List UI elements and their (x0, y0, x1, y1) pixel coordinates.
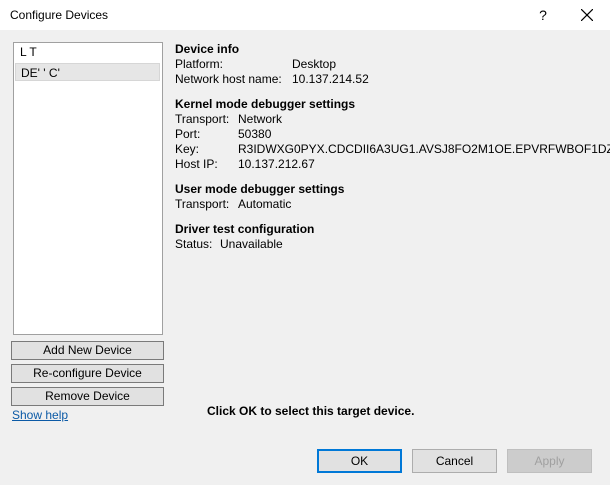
kernel-settings-header: Kernel mode debugger settings (175, 97, 356, 111)
status-label: Status: (175, 237, 213, 251)
cancel-button[interactable]: Cancel (412, 449, 497, 473)
platform-value: Desktop (292, 57, 337, 71)
add-new-device-button[interactable]: Add New Device (11, 341, 164, 360)
window-title: Configure Devices (10, 8, 109, 22)
platform-label: Platform: (175, 57, 224, 71)
title-bar: Configure Devices ? (0, 0, 610, 30)
show-help-link[interactable]: Show help (12, 408, 68, 422)
device-name: L T (20, 45, 37, 59)
remove-device-button[interactable]: Remove Device (11, 387, 164, 406)
device-info-header: Device info (175, 42, 240, 56)
status-value: Unavailable (220, 237, 283, 251)
port-value: 50380 (238, 127, 272, 141)
device-list-item-selected[interactable]: DE' ' C' (15, 63, 160, 81)
user-transport-value: Automatic (238, 197, 292, 211)
kernel-transport-label: Transport: (175, 112, 230, 126)
host-name-label: Network host name: (175, 72, 282, 86)
driver-config-header: Driver test configuration (175, 222, 315, 236)
device-list[interactable]: L T DE' ' C' (13, 42, 163, 335)
host-name-value: 10.137.214.52 (292, 72, 369, 86)
device-list-item[interactable]: L T (15, 43, 160, 61)
port-label: Port: (175, 127, 201, 141)
key-value: R3IDWXG0PYX.CDCDII6A3UG1.AVSJ8FO2M1OE.EP… (238, 142, 610, 156)
ok-instruction-text: Click OK to select this target device. (207, 404, 415, 418)
kernel-transport-value: Network (238, 112, 283, 126)
user-transport-label: Transport: (175, 197, 230, 211)
ok-button[interactable]: OK (317, 449, 402, 473)
reconfigure-device-button[interactable]: Re-configure Device (11, 364, 164, 383)
host-ip-label: Host IP: (175, 157, 218, 171)
user-settings-header: User mode debugger settings (175, 182, 345, 196)
host-ip-value: 10.137.212.67 (238, 157, 315, 171)
apply-button[interactable]: Apply (507, 449, 592, 473)
close-icon (581, 9, 593, 21)
help-button[interactable]: ? (531, 3, 555, 27)
close-button[interactable] (573, 3, 601, 27)
device-name: DE' ' C' (21, 66, 60, 80)
key-label: Key: (175, 142, 200, 156)
